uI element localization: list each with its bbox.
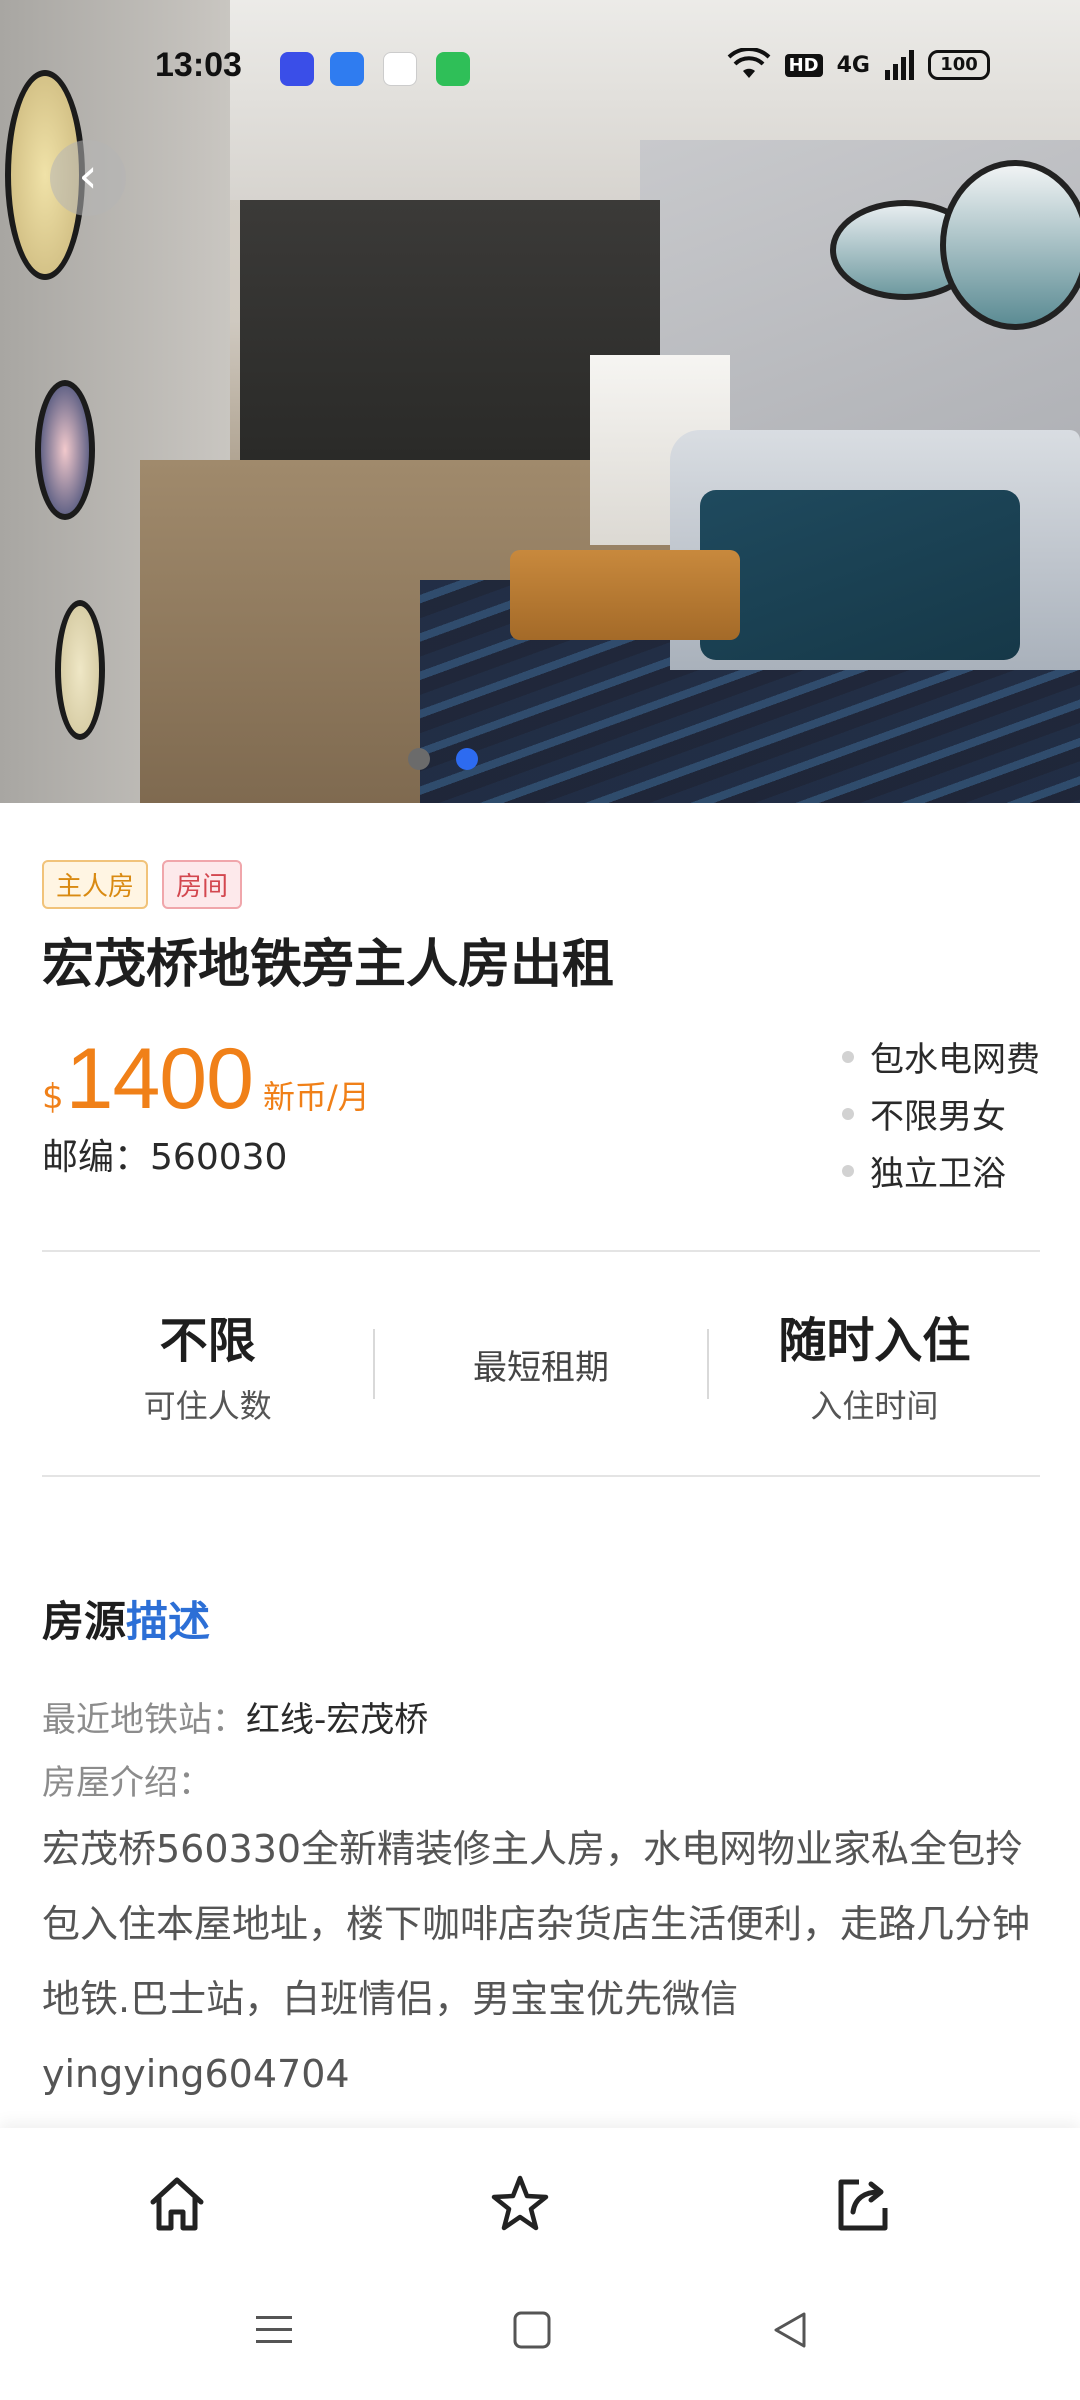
hd-badge: HD bbox=[784, 53, 823, 77]
stat-occupants-label: 可住人数 bbox=[143, 1387, 272, 1425]
rental-stats: 不限 可住人数 最短租期 随时入住 入住时间 bbox=[42, 1253, 1040, 1475]
price-currency: $ bbox=[42, 1077, 64, 1117]
nearest-metro: 最近地铁站：红线-宏茂桥 bbox=[42, 1692, 428, 1741]
description-body: 宏茂桥560330全新精装修主人房，水电网物业家私全包拎包入住本屋地址，楼下咖啡… bbox=[42, 1827, 1031, 2096]
menu-icon bbox=[256, 2316, 292, 2343]
signal-icon: 4G bbox=[836, 52, 870, 78]
feature-label: 独立卫浴 bbox=[870, 1154, 1006, 1194]
feature-label: 包水电网费 bbox=[870, 1040, 1040, 1080]
square-icon bbox=[513, 2311, 551, 2349]
divider bbox=[42, 1475, 1040, 1477]
listing-price: $ 1400 新币/月 bbox=[42, 1030, 370, 1129]
stat-move-in-value: 随时入住 bbox=[778, 1313, 971, 1369]
home-icon bbox=[150, 2177, 204, 2231]
listing-tags: 主人房 房间 bbox=[42, 860, 243, 909]
postcode-label: 邮编： bbox=[42, 1137, 151, 1178]
postcode: 邮编：560030 bbox=[42, 1128, 287, 1180]
metro-label: 最近地铁站： bbox=[42, 1700, 246, 1740]
star-icon bbox=[491, 2175, 549, 2231]
notification-app-icon bbox=[436, 52, 470, 86]
photo-throw-blanket bbox=[700, 490, 1020, 660]
notification-app-icon bbox=[383, 52, 417, 86]
listing-photo[interactable] bbox=[0, 0, 1080, 803]
share-icon bbox=[838, 2179, 888, 2231]
section-title-description: 房源描述 bbox=[42, 1588, 210, 1649]
status-icons: HD 4G 100 bbox=[727, 48, 990, 82]
photo-decor-plate bbox=[35, 380, 95, 520]
stat-move-in: 随时入住 入住时间 bbox=[709, 1301, 1040, 1427]
carousel-dot-active[interactable] bbox=[456, 748, 478, 770]
stat-min-lease: 最短租期 bbox=[375, 1340, 706, 1389]
postcode-value: 560030 bbox=[150, 1137, 288, 1178]
carousel-dot[interactable] bbox=[408, 748, 430, 770]
home-button[interactable] bbox=[137, 2164, 217, 2244]
section-title-highlight: 描述 bbox=[126, 1597, 211, 1646]
feature-item: 不限男女 bbox=[842, 1085, 1040, 1142]
menu-nav-button[interactable] bbox=[244, 2300, 304, 2360]
feature-item: 包水电网费 bbox=[842, 1028, 1040, 1085]
divider bbox=[42, 1250, 1040, 1252]
back-nav-button[interactable] bbox=[760, 2300, 820, 2360]
price-amount: 1400 bbox=[65, 1031, 254, 1127]
listing-title: 宏茂桥地铁旁主人房出租 bbox=[42, 935, 615, 995]
metro-value: 红线-宏茂桥 bbox=[246, 1700, 429, 1740]
wifi-icon bbox=[727, 48, 770, 78]
feature-list: 包水电网费 不限男女 独立卫浴 bbox=[842, 1028, 1040, 1199]
bullet-icon bbox=[842, 1164, 854, 1177]
carousel-indicator bbox=[408, 748, 478, 770]
system-navigation-bar bbox=[0, 2300, 1080, 2370]
intro-label-row: 房屋介绍： bbox=[42, 1755, 212, 1804]
feature-item: 独立卫浴 bbox=[842, 1142, 1040, 1199]
battery-indicator: 100 bbox=[928, 50, 990, 80]
tag-category: 房间 bbox=[162, 860, 243, 909]
price-unit: 新币/月 bbox=[262, 1078, 370, 1116]
bullet-icon bbox=[842, 1107, 854, 1120]
triangle-back-icon bbox=[774, 2312, 806, 2348]
chevron-left-icon: ‹ bbox=[78, 148, 98, 204]
photo-decor-plate bbox=[55, 600, 105, 740]
intro-label: 房屋介绍： bbox=[42, 1763, 212, 1803]
cell-signal-icon bbox=[885, 50, 914, 80]
bullet-icon bbox=[842, 1050, 854, 1063]
feature-label: 不限男女 bbox=[870, 1097, 1006, 1137]
stat-occupants-value: 不限 bbox=[159, 1313, 256, 1369]
status-time: 13:03 bbox=[155, 46, 242, 84]
notification-app-icon bbox=[280, 52, 314, 86]
stat-min-lease-label: 最短租期 bbox=[472, 1347, 609, 1388]
favorite-button[interactable] bbox=[480, 2164, 560, 2244]
tag-room-type: 主人房 bbox=[42, 860, 149, 909]
notification-app-icon bbox=[330, 52, 364, 86]
share-button[interactable] bbox=[823, 2164, 903, 2244]
stat-move-in-label: 入住时间 bbox=[810, 1387, 939, 1425]
home-nav-button[interactable] bbox=[502, 2300, 562, 2360]
photo-wall-art bbox=[940, 160, 1080, 330]
photo-coffee-table bbox=[510, 550, 740, 640]
back-button[interactable]: ‹ bbox=[50, 140, 126, 216]
section-title-main: 房源 bbox=[42, 1597, 127, 1646]
stat-occupants: 不限 可住人数 bbox=[42, 1301, 373, 1427]
status-bar: 13:03 HD 4G 100 bbox=[0, 40, 1080, 96]
